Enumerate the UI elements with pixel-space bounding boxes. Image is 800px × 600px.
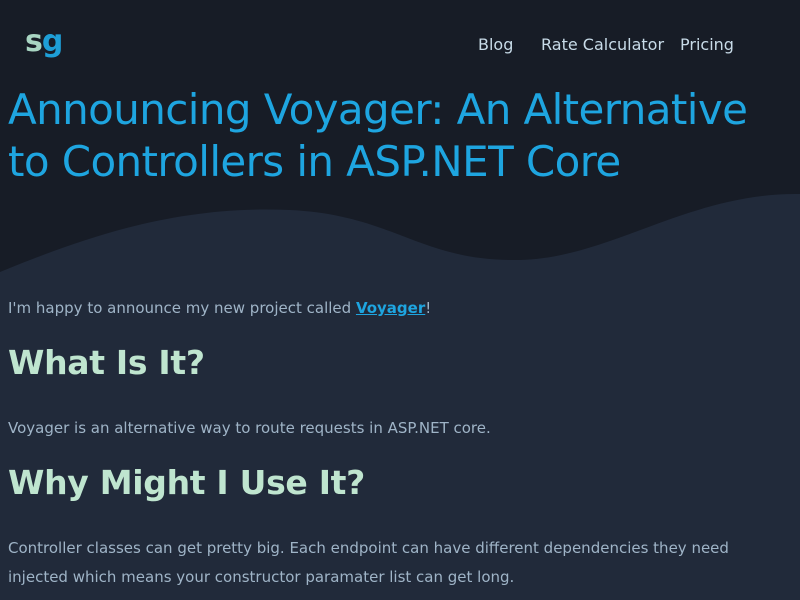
section-paragraph-why-use-it: Controller classes can get pretty big. E… bbox=[8, 539, 729, 586]
section-paragraph-what-is-it: Voyager is an alternative way to route r… bbox=[8, 419, 491, 437]
nav-link-blog[interactable]: Blog bbox=[478, 34, 513, 56]
section-heading-what-is-it: What Is It? bbox=[8, 343, 205, 382]
voyager-link[interactable]: Voyager bbox=[356, 299, 425, 317]
nav-link-pricing[interactable]: Pricing bbox=[680, 34, 734, 56]
intro-punctuation: ! bbox=[425, 299, 432, 317]
section-heading-why-use-it: Why Might I Use It? bbox=[8, 463, 365, 502]
main-nav: Blog Rate Calculator Pricing bbox=[0, 34, 800, 56]
nav-link-rate-calculator[interactable]: Rate Calculator bbox=[541, 34, 664, 56]
page: sg Blog Rate Calculator Pricing Announci… bbox=[0, 0, 800, 600]
intro-text: I'm happy to announce my new project cal… bbox=[8, 299, 356, 317]
intro-paragraph: I'm happy to announce my new project cal… bbox=[8, 296, 793, 320]
page-title: Announcing Voyager: An Alternative to Co… bbox=[8, 85, 748, 186]
hero-banner: sg Blog Rate Calculator Pricing Announci… bbox=[0, 0, 800, 290]
hero-wave-divider bbox=[0, 193, 800, 290]
